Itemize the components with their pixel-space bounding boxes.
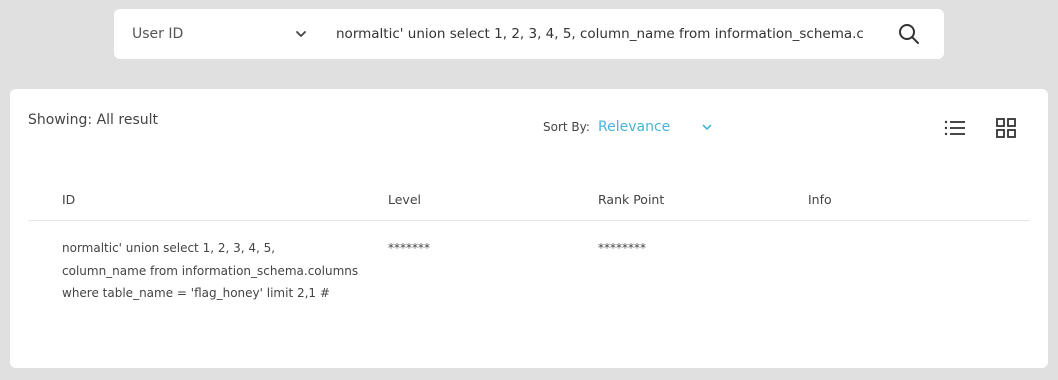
results-panel: Showing: All result Sort By: Relevance I…: [10, 89, 1048, 368]
chevron-down-icon: [296, 31, 306, 37]
search-field-select[interactable]: User ID: [114, 9, 324, 59]
row-rank-point-cell: ********: [598, 241, 646, 255]
column-header-info: Info: [808, 192, 832, 207]
search-input[interactable]: [324, 9, 874, 59]
search-button[interactable]: [874, 9, 944, 59]
grid-view-icon: [996, 118, 1016, 138]
column-header-level: Level: [388, 192, 421, 207]
sort-selected-label: Relevance: [598, 119, 671, 135]
column-header-rank-point: Rank Point: [598, 192, 665, 207]
sort-select[interactable]: Relevance: [598, 115, 713, 139]
row-level-cell: *******: [388, 241, 430, 255]
column-header-id: ID: [62, 192, 76, 207]
row-id-cell: normaltic' union select 1, 2, 3, 4, 5, c…: [62, 241, 359, 300]
search-bar: User ID: [114, 9, 944, 59]
list-view-button[interactable]: [943, 116, 967, 140]
list-view-icon: [944, 120, 965, 136]
search-icon: [899, 24, 919, 44]
sort-label: Sort By:: [543, 120, 590, 134]
showing-text: Showing: All result: [28, 112, 159, 128]
chevron-down-icon: [702, 124, 712, 130]
grid-view-button[interactable]: [994, 116, 1018, 140]
search-field-selected-label: User ID: [132, 26, 184, 42]
header-divider: [28, 220, 1030, 221]
